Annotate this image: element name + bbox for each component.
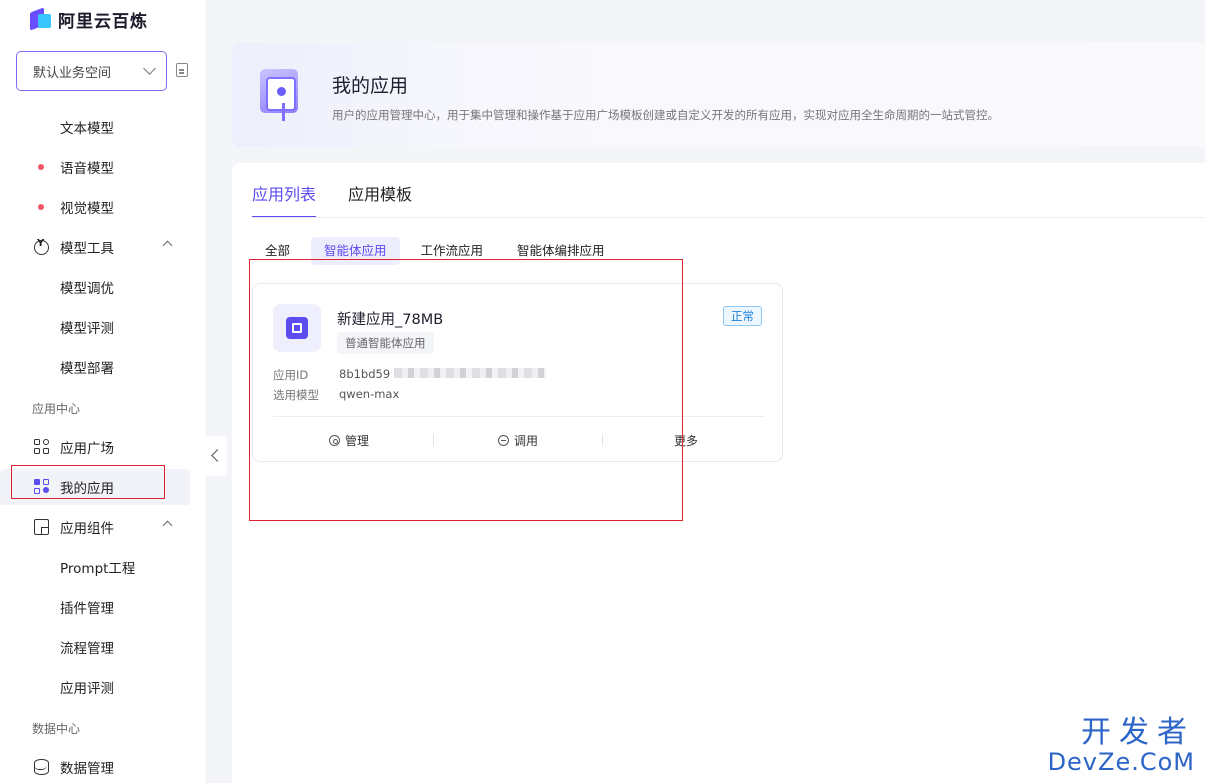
sidebar-item-plugins[interactable]: 插件管理 bbox=[0, 589, 207, 625]
sidebar-group-model-tools[interactable]: 模型工具 bbox=[0, 229, 207, 265]
sidebar-item-label: 应用评测 bbox=[60, 681, 114, 697]
new-dot-icon bbox=[38, 164, 44, 170]
model-tools-icon bbox=[34, 238, 49, 255]
grid-icon bbox=[34, 439, 50, 455]
bailian-logo-icon bbox=[30, 7, 52, 31]
watermark-top: 开发者 bbox=[1081, 715, 1195, 750]
watermark-bottom: DevZe.CoM bbox=[1047, 748, 1195, 776]
document-icon[interactable] bbox=[176, 63, 188, 77]
tab-bar: 应用列表 应用模板 bbox=[252, 181, 444, 218]
sidebar-item-app-square[interactable]: 应用广场 bbox=[0, 429, 207, 465]
sidebar-item-label: 模型工具 bbox=[60, 241, 114, 257]
page-header: 我的应用 用户的应用管理中心，用于集中管理和操作基于应用广场模板创建或自定义开发… bbox=[232, 43, 1205, 147]
highlight-box-nav bbox=[11, 465, 165, 499]
brand-name: 阿里云百炼 bbox=[58, 11, 148, 32]
collapse-sidebar-button[interactable] bbox=[205, 436, 227, 476]
tab-app-list[interactable]: 应用列表 bbox=[252, 181, 317, 218]
tab-divider bbox=[252, 217, 1205, 218]
sidebar-item-speech-model[interactable]: 语音模型 bbox=[0, 149, 207, 185]
sidebar-item-model-tuning[interactable]: 模型调优 bbox=[0, 269, 207, 305]
chevron-up-icon bbox=[162, 520, 173, 531]
watermark: 开发者 DevZe.CoM bbox=[1047, 715, 1195, 776]
chevron-up-icon bbox=[162, 240, 173, 251]
sidebar-item-label: 模型部署 bbox=[60, 361, 114, 377]
sidebar: 阿里云百炼 默认业务空间 文本模型 语音模型 视觉模型 模型工具 模型调优 模型… bbox=[0, 0, 207, 783]
section-label-data-center: 数据中心 bbox=[32, 722, 81, 736]
page-description: 用户的应用管理中心，用于集中管理和操作基于应用广场模板创建或自定义开发的所有应用… bbox=[332, 108, 999, 122]
status-badge: 正常 bbox=[723, 306, 762, 326]
sidebar-item-label: 模型评测 bbox=[60, 321, 114, 337]
database-icon bbox=[34, 759, 49, 775]
sidebar-item-label: 文本模型 bbox=[60, 121, 114, 137]
chevron-down-icon bbox=[143, 62, 156, 75]
components-icon bbox=[34, 519, 49, 535]
sidebar-item-label: Prompt工程 bbox=[60, 561, 136, 577]
my-apps-illustration-icon bbox=[258, 65, 304, 123]
workspace-select[interactable]: 默认业务空间 bbox=[16, 51, 167, 91]
sidebar-item-text-model[interactable]: 文本模型 bbox=[0, 109, 207, 145]
sidebar-item-label: 应用组件 bbox=[60, 521, 114, 537]
sidebar-item-data-manage[interactable]: 数据管理 bbox=[0, 749, 207, 783]
sidebar-item-model-deploy[interactable]: 模型部署 bbox=[0, 349, 207, 385]
sidebar-item-label: 数据管理 bbox=[60, 761, 114, 777]
sidebar-item-prompt[interactable]: Prompt工程 bbox=[0, 549, 207, 585]
sidebar-item-flows[interactable]: 流程管理 bbox=[0, 629, 207, 665]
section-label-app-center: 应用中心 bbox=[32, 402, 81, 416]
page-title: 我的应用 bbox=[332, 75, 409, 97]
sidebar-group-app-components[interactable]: 应用组件 bbox=[0, 509, 207, 545]
brand-logo[interactable]: 阿里云百炼 bbox=[30, 7, 148, 32]
sidebar-item-model-eval[interactable]: 模型评测 bbox=[0, 309, 207, 345]
sidebar-item-app-eval[interactable]: 应用评测 bbox=[0, 669, 207, 705]
highlight-box-app-card bbox=[249, 259, 683, 521]
content-panel: 应用列表 应用模板 全部 智能体应用 工作流应用 智能体编排应用 新建应用_78… bbox=[232, 163, 1205, 783]
sidebar-item-label: 视觉模型 bbox=[60, 201, 114, 217]
workspace-label: 默认业务空间 bbox=[33, 65, 112, 81]
sidebar-item-label: 模型调优 bbox=[60, 281, 114, 297]
sidebar-item-label: 流程管理 bbox=[60, 641, 114, 657]
sidebar-item-label: 插件管理 bbox=[60, 601, 114, 617]
tab-app-templates[interactable]: 应用模板 bbox=[348, 181, 412, 218]
sidebar-item-vision-model[interactable]: 视觉模型 bbox=[0, 189, 207, 225]
sidebar-item-label: 语音模型 bbox=[60, 161, 114, 177]
new-dot-icon bbox=[38, 204, 44, 210]
sidebar-item-label: 应用广场 bbox=[60, 441, 114, 457]
